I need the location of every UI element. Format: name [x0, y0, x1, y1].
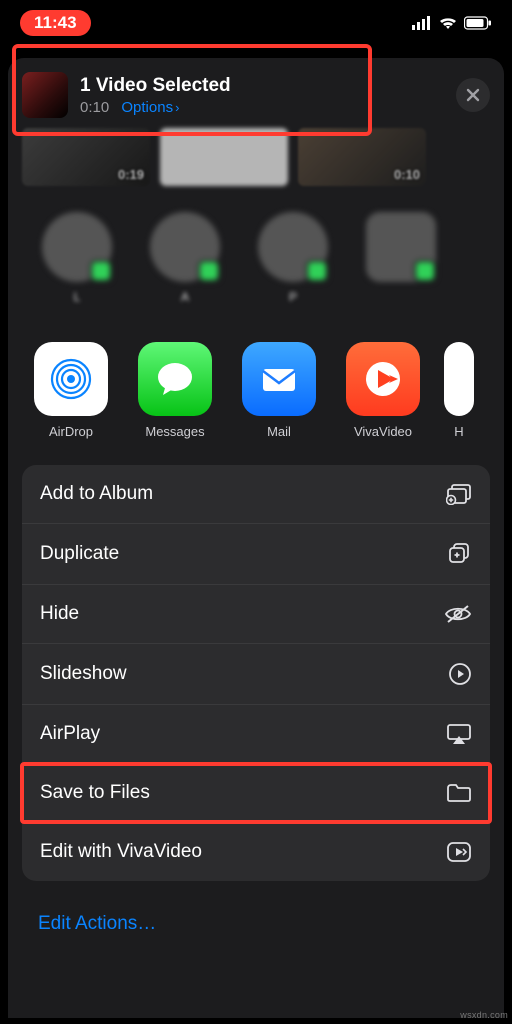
- video-thumb[interactable]: 0:19: [22, 128, 150, 186]
- wifi-icon: [438, 16, 458, 30]
- folder-icon: [446, 783, 472, 803]
- airplay-icon: [446, 723, 472, 745]
- chevron-right-icon: ›: [175, 100, 179, 115]
- action-edit-vivavideo[interactable]: Edit with VivaVideo: [22, 823, 490, 881]
- header-title: 1 Video Selected: [80, 75, 448, 97]
- header-duration: 0:10: [80, 99, 109, 116]
- app-extra-icon: [444, 342, 474, 416]
- share-sheet: 1 Video Selected 0:10 Options› 0:19 0:10…: [8, 58, 504, 1018]
- video-thumb[interactable]: 0:10: [298, 128, 426, 186]
- app-vivavideo[interactable]: VivaVideo: [340, 342, 426, 439]
- status-time: 11:43: [20, 10, 91, 36]
- app-extra[interactable]: H: [444, 342, 474, 439]
- avatar: [258, 212, 328, 282]
- messages-badge-icon: [90, 260, 112, 282]
- avatar: [150, 212, 220, 282]
- header-text: 1 Video Selected 0:10 Options›: [80, 75, 448, 116]
- contact-item[interactable]: [360, 212, 442, 318]
- status-icons: [412, 16, 492, 30]
- action-save-to-files[interactable]: Save to Files: [22, 764, 490, 823]
- messages-badge-icon: [414, 260, 436, 282]
- messages-badge-icon: [306, 260, 328, 282]
- action-label: Add to Album: [40, 483, 153, 505]
- action-slideshow[interactable]: Slideshow: [22, 644, 490, 705]
- mail-icon: [242, 342, 316, 416]
- battery-icon: [464, 16, 492, 30]
- play-circle-icon: [448, 662, 472, 686]
- avatar: [366, 212, 436, 282]
- duplicate-icon: [448, 542, 472, 566]
- apps-row: AirDrop Messages Mail VivaVideo H: [8, 328, 504, 447]
- close-button[interactable]: [456, 78, 490, 112]
- actions-list: Add to Album Duplicate Hide Slideshow Ai…: [22, 465, 490, 881]
- action-hide[interactable]: Hide: [22, 585, 490, 644]
- hide-icon: [444, 604, 472, 624]
- action-airplay[interactable]: AirPlay: [22, 705, 490, 764]
- app-mail[interactable]: Mail: [236, 342, 322, 439]
- vivavideo-icon: [346, 342, 420, 416]
- watermark: wsxdn.com: [460, 1010, 508, 1020]
- options-button[interactable]: Options›: [121, 99, 179, 116]
- video-thumb[interactable]: [160, 128, 288, 186]
- selected-video-thumbnail: [22, 72, 68, 118]
- action-label: Duplicate: [40, 543, 119, 565]
- action-label: Edit with VivaVideo: [40, 841, 202, 863]
- messages-icon: [138, 342, 212, 416]
- contact-item[interactable]: A: [144, 212, 226, 318]
- avatar: [42, 212, 112, 282]
- close-icon: [466, 88, 480, 102]
- video-thumbnails-row: 0:19 0:10: [8, 128, 504, 194]
- app-messages[interactable]: Messages: [132, 342, 218, 439]
- action-add-to-album[interactable]: Add to Album: [22, 465, 490, 524]
- edit-actions-button[interactable]: Edit Actions…: [22, 895, 490, 953]
- album-add-icon: [446, 483, 472, 505]
- contact-item[interactable]: L: [36, 212, 118, 318]
- status-bar: 11:43: [0, 0, 512, 40]
- cellular-icon: [412, 16, 432, 30]
- header-subtitle: 0:10 Options›: [80, 99, 448, 116]
- sheet-header: 1 Video Selected 0:10 Options›: [8, 58, 504, 128]
- action-label: AirPlay: [40, 723, 100, 745]
- action-label: Slideshow: [40, 663, 127, 685]
- contact-item[interactable]: P: [252, 212, 334, 318]
- action-duplicate[interactable]: Duplicate: [22, 524, 490, 585]
- app-airdrop[interactable]: AirDrop: [28, 342, 114, 439]
- airdrop-icon: [34, 342, 108, 416]
- action-label: Save to Files: [40, 782, 150, 804]
- viva-edit-icon: [446, 841, 472, 863]
- messages-badge-icon: [198, 260, 220, 282]
- action-label: Hide: [40, 603, 79, 625]
- airdrop-contacts-row: L A P: [8, 194, 504, 328]
